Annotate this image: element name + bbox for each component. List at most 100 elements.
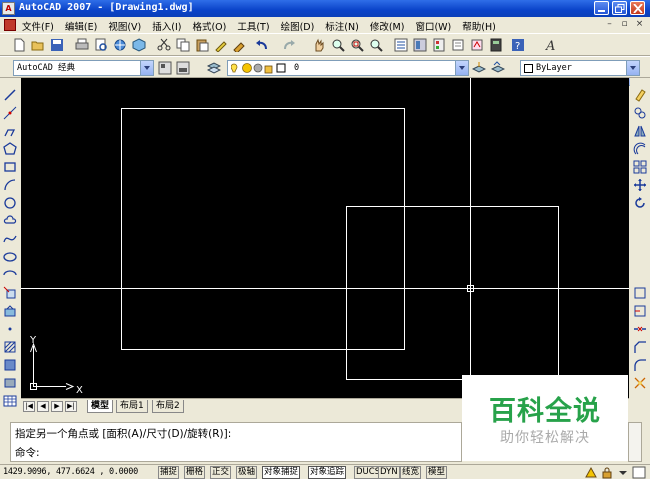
menu-help[interactable]: 帮助(H) (462, 19, 496, 33)
rotate-icon[interactable] (633, 196, 647, 210)
3d-dwf-icon[interactable] (132, 38, 146, 52)
publish-icon[interactable] (113, 38, 127, 52)
status-menu-chevron-icon[interactable] (618, 468, 628, 478)
communication-center-icon[interactable] (584, 466, 598, 479)
paste-icon[interactable] (195, 38, 209, 52)
tool-palettes-icon[interactable] (432, 38, 446, 52)
point-icon[interactable] (3, 322, 17, 336)
break-icon[interactable] (633, 322, 647, 336)
layer-previous-icon[interactable] (491, 61, 505, 75)
status-osnap-button[interactable]: 对象捕捉 (262, 466, 301, 479)
close-button[interactable] (630, 1, 645, 15)
construction-line-icon[interactable] (3, 106, 17, 120)
zoom-window-icon[interactable] (350, 38, 364, 52)
line-icon[interactable] (3, 88, 17, 102)
chevron-down-icon[interactable] (140, 61, 153, 75)
copy-icon[interactable] (176, 38, 190, 52)
erase-icon[interactable] (633, 88, 647, 102)
save-workspace-icon[interactable] (176, 61, 190, 75)
polygon-icon[interactable] (3, 142, 17, 156)
explode-icon[interactable] (633, 376, 647, 390)
menu-insert[interactable]: 插入(I) (152, 19, 181, 33)
tab-layout2[interactable]: 布局2 (152, 400, 184, 413)
autocad-app-icon[interactable]: A (2, 2, 15, 15)
stretch-icon[interactable] (633, 286, 647, 300)
cut-icon[interactable] (157, 38, 171, 52)
ellipse-icon[interactable] (3, 250, 17, 264)
help-icon[interactable]: ? (511, 38, 525, 52)
workspace-combo[interactable]: AutoCAD 经典 (13, 60, 154, 76)
command-scrollbar[interactable] (628, 422, 642, 462)
first-tab-icon[interactable]: |◀ (23, 401, 35, 412)
chevron-down-icon[interactable] (626, 61, 639, 75)
new-icon[interactable] (12, 38, 26, 52)
plot-icon[interactable] (75, 38, 89, 52)
status-dyn-button[interactable]: DYN (378, 466, 400, 479)
color-combo[interactable]: ByLayer (520, 60, 640, 76)
move-icon[interactable] (633, 178, 647, 192)
status-model-button[interactable]: 模型 (426, 466, 448, 479)
sheet-set-icon[interactable] (451, 38, 465, 52)
previous-tab-icon[interactable]: ◀ (37, 401, 49, 412)
fillet-icon[interactable] (633, 358, 647, 372)
ellipse-arc-icon[interactable] (3, 268, 17, 282)
layer-manager-icon[interactable] (207, 61, 221, 75)
insert-block-icon[interactable] (3, 286, 17, 300)
chamfer-icon[interactable] (633, 340, 647, 354)
mirror-icon[interactable] (633, 124, 647, 138)
tab-layout1[interactable]: 布局1 (116, 400, 148, 413)
markup-icon[interactable] (470, 38, 484, 52)
design-center-icon[interactable] (413, 38, 427, 52)
make-current-layer-icon[interactable] (472, 61, 486, 75)
copy-object-icon[interactable] (633, 106, 647, 120)
menu-draw[interactable]: 绘图(D) (281, 19, 315, 33)
make-block-icon[interactable] (3, 304, 17, 318)
workspace-settings-icon[interactable] (158, 61, 172, 75)
menu-tools[interactable]: 工具(T) (237, 19, 269, 33)
array-icon[interactable] (633, 160, 647, 174)
drawing-canvas[interactable]: X Y (21, 78, 629, 398)
arc-icon[interactable] (3, 178, 17, 192)
status-grid-button[interactable]: 栅格 (184, 466, 206, 479)
menu-edit[interactable]: 编辑(E) (65, 19, 97, 33)
drawn-rectangle-2[interactable] (346, 206, 559, 380)
status-polar-button[interactable]: 极轴 (236, 466, 258, 479)
redo-icon[interactable] (282, 38, 296, 52)
hatch-icon[interactable] (3, 340, 17, 354)
trim-icon[interactable] (633, 304, 647, 318)
region-icon[interactable] (3, 376, 17, 390)
menu-window[interactable]: 窗口(W) (415, 19, 451, 33)
lock-icon[interactable] (600, 466, 614, 479)
circle-icon[interactable] (3, 196, 17, 210)
menu-format[interactable]: 格式(O) (192, 19, 226, 33)
clean-screen-icon[interactable] (632, 466, 646, 479)
table-icon[interactable] (3, 394, 17, 408)
menu-modify[interactable]: 修改(M) (370, 19, 405, 33)
open-icon[interactable] (31, 38, 45, 52)
restore-button[interactable] (612, 1, 627, 15)
block-editor-icon[interactable] (233, 38, 247, 52)
menu-file[interactable]: 文件(F) (22, 19, 54, 33)
chevron-down-icon[interactable] (455, 61, 468, 75)
document-menu-icon[interactable] (4, 19, 16, 31)
polyline-icon[interactable] (3, 124, 17, 138)
layer-combo[interactable]: 0 (227, 60, 469, 76)
status-lineweight-button[interactable]: 线宽 (400, 466, 422, 479)
calculator-icon[interactable] (489, 38, 503, 52)
status-snap-button[interactable]: 捕捉 (158, 466, 180, 479)
gradient-icon[interactable] (3, 358, 17, 372)
minimize-button[interactable] (594, 1, 609, 15)
doc-restore-icon[interactable]: ▫ (619, 19, 630, 30)
revision-cloud-icon[interactable] (3, 214, 17, 228)
doc-minimize-icon[interactable]: – (604, 19, 615, 30)
zoom-previous-icon[interactable] (369, 38, 383, 52)
properties-icon[interactable] (394, 38, 408, 52)
undo-icon[interactable] (255, 38, 269, 52)
pan-icon[interactable] (312, 38, 326, 52)
status-otrack-button[interactable]: 对象追踪 (308, 466, 347, 479)
match-properties-icon[interactable] (214, 38, 228, 52)
save-icon[interactable] (50, 38, 64, 52)
spline-icon[interactable] (3, 232, 17, 246)
menu-view[interactable]: 视图(V) (108, 19, 141, 33)
doc-close-icon[interactable]: × (634, 19, 645, 30)
